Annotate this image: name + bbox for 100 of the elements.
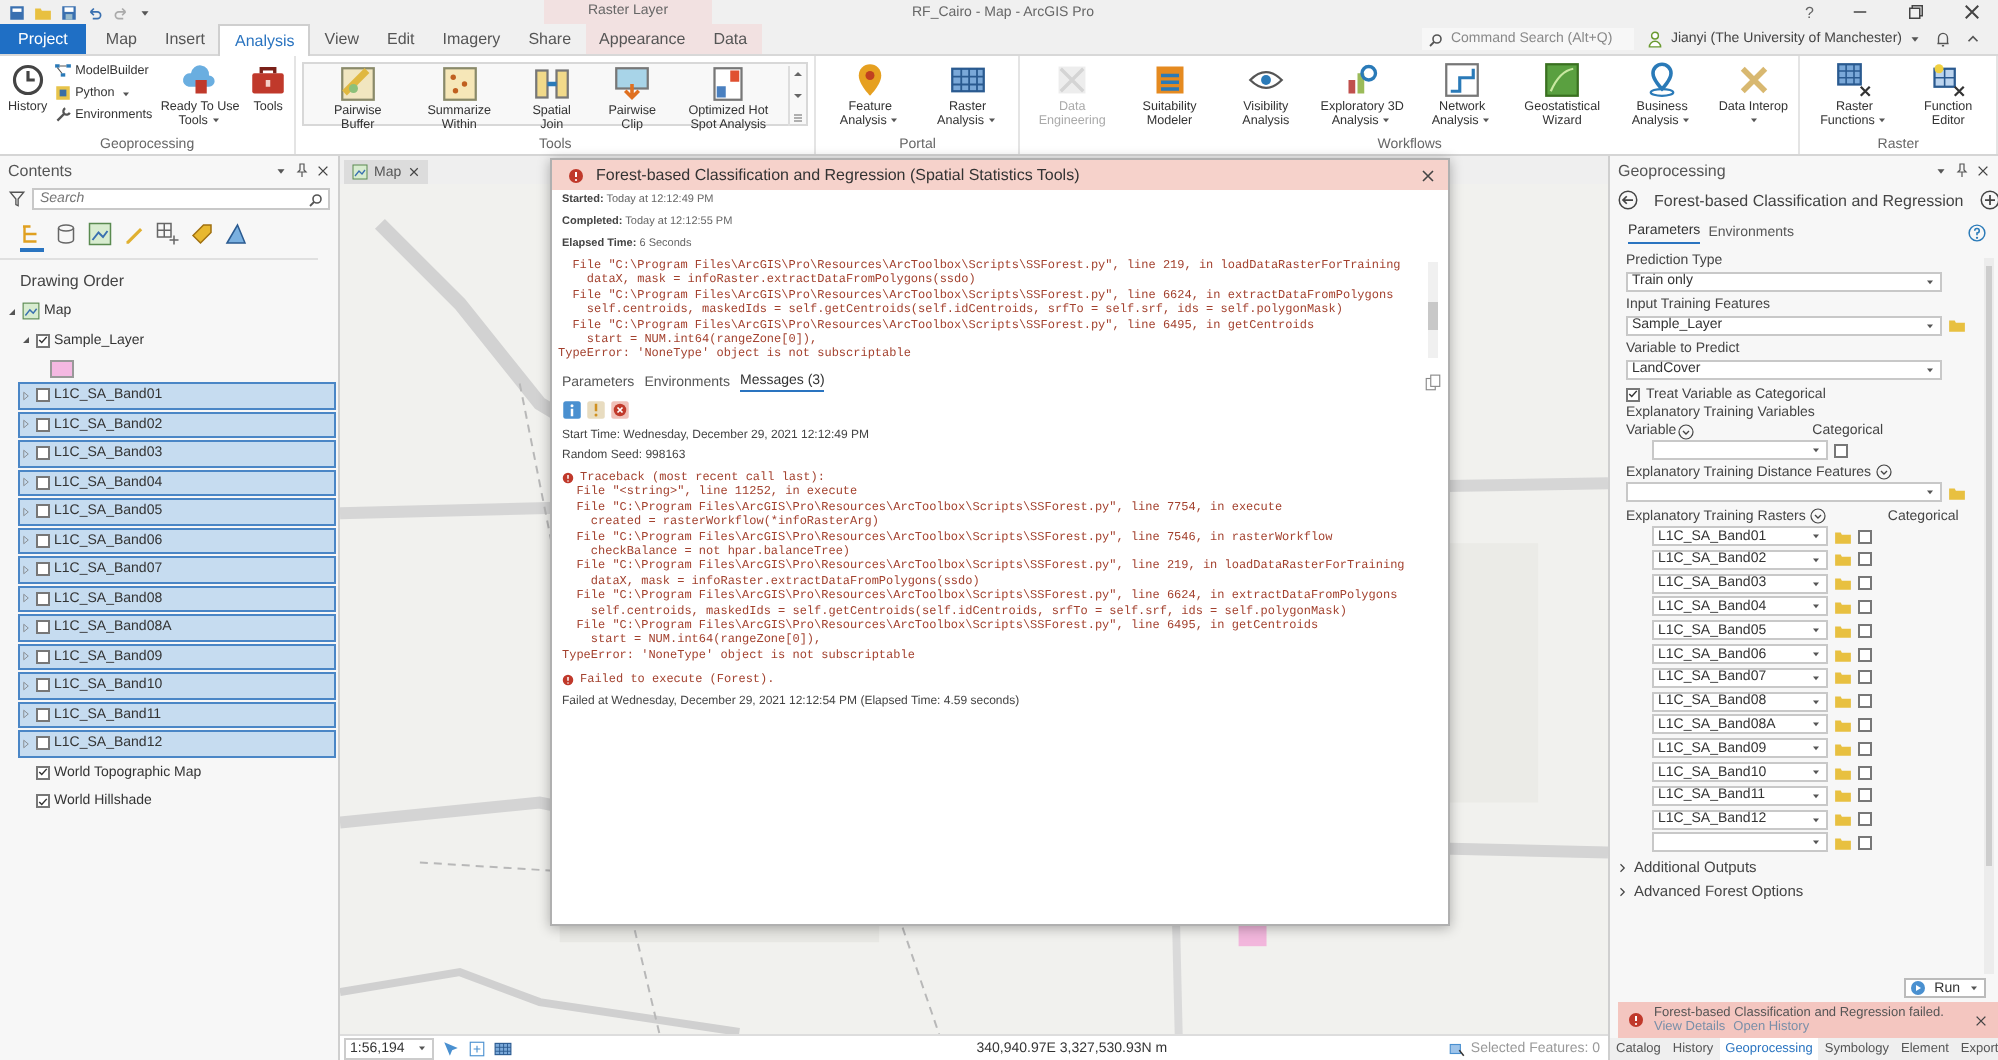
copy-icon[interactable] [1424, 373, 1442, 391]
checkbox[interactable] [1858, 835, 1872, 850]
pin-icon[interactable] [1954, 162, 1970, 178]
clock-icon [9, 62, 46, 98]
error-icon [562, 673, 574, 686]
save-icon[interactable] [60, 3, 78, 21]
pane-title: Geoprocessing [1618, 161, 1726, 179]
scroll-up-icon[interactable] [790, 66, 807, 82]
raster-function-icon [1930, 62, 1967, 98]
ribbon-tab[interactable]: Insert [150, 24, 219, 54]
checkbox[interactable] [36, 678, 50, 693]
checkbox[interactable] [1858, 717, 1872, 732]
search-icon [1428, 31, 1445, 47]
grid-icon[interactable] [494, 1039, 513, 1057]
expand-icon[interactable] [1809, 508, 1826, 525]
checkbox[interactable] [1858, 647, 1872, 662]
play-icon [1910, 980, 1927, 996]
raster-grid-icon [949, 62, 986, 98]
flowchart-icon [53, 62, 72, 80]
ribbon-tab[interactable]: Data [699, 24, 762, 54]
extent-icon[interactable] [468, 1039, 487, 1057]
pane-title: Contents [8, 161, 73, 179]
close-icon[interactable] [1962, 2, 1982, 22]
warning-icon[interactable] [586, 400, 606, 420]
checkbox[interactable] [1858, 765, 1872, 780]
checkbox[interactable] [36, 794, 50, 809]
help-icon[interactable] [1968, 223, 1986, 241]
checkbox[interactable] [1858, 552, 1872, 567]
checkbox[interactable] [36, 446, 50, 461]
checkbox[interactable] [1858, 694, 1872, 709]
checkbox[interactable] [36, 388, 50, 403]
navigate-icon[interactable] [442, 1039, 461, 1057]
checkbox[interactable] [36, 765, 50, 780]
expand-icon[interactable] [1875, 464, 1892, 481]
expand-icon[interactable] [1678, 423, 1695, 439]
checkbox[interactable] [1834, 443, 1848, 458]
close-icon[interactable] [316, 163, 330, 177]
error-icon[interactable] [610, 400, 630, 420]
buffer-map-icon [339, 66, 376, 102]
ribbon-tab[interactable]: Appearance [585, 24, 700, 54]
new-project-icon[interactable] [8, 3, 26, 21]
checkbox[interactable] [1858, 788, 1872, 803]
checkbox[interactable] [1858, 741, 1872, 756]
tool-title: Forest-based Classification and Regression [1654, 191, 1964, 209]
checkbox[interactable] [36, 333, 50, 348]
close-icon[interactable] [1976, 163, 1990, 177]
notification-icon[interactable] [1934, 30, 1952, 48]
close-icon[interactable] [1420, 167, 1436, 183]
checkbox[interactable] [36, 649, 50, 664]
close-icon[interactable] [1974, 1013, 1988, 1027]
checkbox[interactable] [1858, 623, 1872, 638]
checkbox[interactable] [36, 562, 50, 577]
ribbon-tab[interactable]: Edit [372, 24, 429, 54]
checkbox[interactable] [36, 707, 50, 722]
caret-icon[interactable] [138, 5, 152, 19]
checkbox[interactable] [1626, 387, 1640, 401]
filter-icon[interactable] [8, 190, 26, 208]
collapse-icon[interactable] [6, 305, 18, 318]
ribbon-tab[interactable]: View [310, 24, 373, 54]
add-icon[interactable] [1979, 190, 1998, 210]
checkbox[interactable] [36, 533, 50, 548]
ribbon-tab[interactable]: Analysis [218, 24, 311, 56]
scroll-down-icon[interactable] [790, 88, 807, 104]
collapse-icon[interactable] [20, 334, 32, 347]
pane-menu-icon[interactable] [274, 163, 288, 177]
caret-icon [1908, 32, 1922, 46]
checkbox[interactable] [1858, 670, 1872, 685]
checkbox[interactable] [1858, 812, 1872, 827]
ribbon-tab[interactable]: Imagery [428, 24, 515, 54]
map-icon [22, 302, 40, 321]
search-icon[interactable] [308, 191, 324, 207]
checkbox[interactable] [36, 504, 50, 519]
checkbox[interactable] [36, 475, 50, 490]
toolbox-icon [250, 62, 287, 98]
checkbox[interactable] [1858, 529, 1872, 544]
checkbox[interactable] [36, 591, 50, 606]
ribbon-tab[interactable]: Share [514, 24, 586, 54]
clip-map-icon [614, 66, 651, 102]
restore-icon[interactable] [1906, 2, 1926, 22]
layer-list-icon[interactable] [20, 222, 44, 252]
ribbon-tab[interactable]: Project [0, 24, 86, 54]
caret-icon [1924, 275, 1936, 287]
pane-menu-icon[interactable] [1934, 163, 1948, 177]
checkbox[interactable] [36, 736, 50, 751]
help-button[interactable]: ? [1805, 3, 1814, 21]
scrollbar[interactable] [1428, 262, 1438, 358]
checkbox[interactable] [1858, 576, 1872, 591]
ribbon-tab[interactable]: Map [91, 24, 151, 54]
undo-icon[interactable] [86, 3, 104, 21]
checkmark-icon [38, 334, 48, 347]
caret-icon [1924, 319, 1936, 331]
dialog-title: Forest-based Classification and Regression (Spatial Statistics Tools) [596, 166, 1080, 184]
info-icon[interactable] [562, 400, 582, 420]
scrollbar[interactable] [1984, 258, 1994, 974]
pin-icon[interactable] [294, 162, 310, 178]
checkbox[interactable] [36, 417, 50, 432]
checkbox[interactable] [36, 620, 50, 635]
network-path-icon [1444, 62, 1481, 98]
checkbox[interactable] [1858, 599, 1872, 614]
back-icon[interactable] [1618, 190, 1638, 210]
